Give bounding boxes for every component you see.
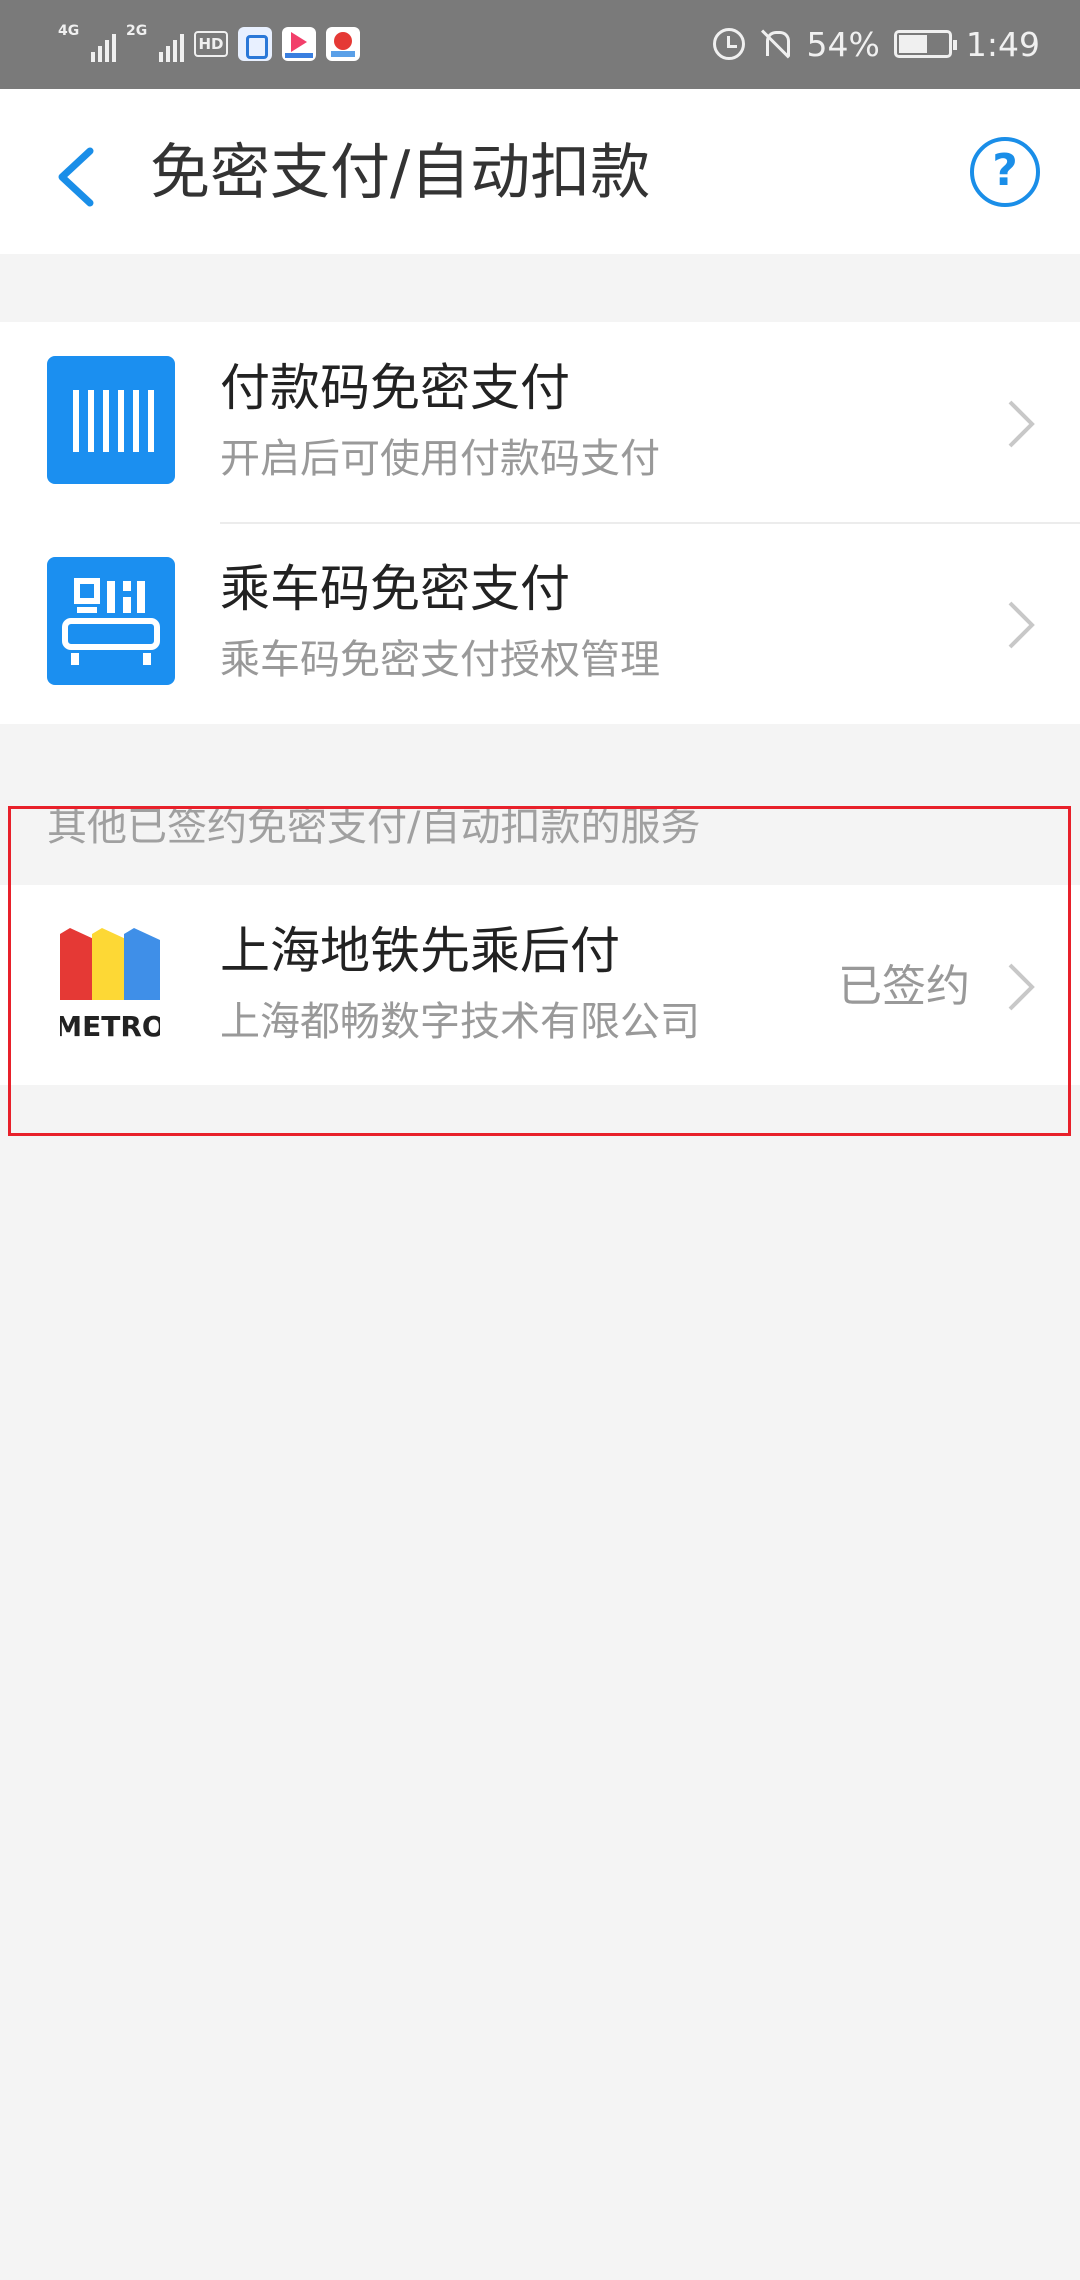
- page-title: 免密支付/自动扣款: [150, 138, 651, 208]
- clock: 1:49: [965, 24, 1040, 64]
- chevron-right-icon: [1008, 601, 1035, 649]
- app-header: 免密支付/自动扣款 ?: [0, 89, 1080, 254]
- barcode-icon: [47, 356, 175, 484]
- network-type-label: 2G: [126, 23, 148, 39]
- list-item-title: 付款码免密支付: [220, 359, 570, 417]
- alarm-icon: [712, 28, 745, 60]
- signed-services-list: METRO 上海地铁先乘后付 上海都畅数字技术有限公司 已签约: [0, 885, 1080, 1085]
- battery-icon: [893, 30, 957, 58]
- network-type-label: 4G: [58, 23, 80, 39]
- list-item-title: 上海地铁先乘后付: [220, 922, 620, 980]
- youku-app-icon: [282, 27, 316, 61]
- bell-off-icon: [759, 27, 793, 61]
- chevron-right-icon: [1008, 400, 1035, 448]
- metro-logo-text: METRO: [60, 1010, 160, 1043]
- payment-settings-list: 付款码免密支付 开启后可使用付款码支付 乘车码免密支付 乘车码免密支付授权管理: [0, 322, 1080, 724]
- chevron-left-icon: [58, 147, 94, 207]
- section-label: 其他已签约免密支付/自动扣款的服务: [47, 804, 701, 850]
- metro-logo: METRO: [60, 928, 160, 1043]
- list-item-subtitle: 开启后可使用付款码支付: [220, 436, 660, 482]
- list-item-shanghai-metro[interactable]: METRO 上海地铁先乘后付 上海都畅数字技术有限公司 已签约: [0, 885, 1080, 1086]
- list-item-transit-code[interactable]: 乘车码免密支付 乘车码免密支付授权管理: [0, 523, 1080, 724]
- back-button[interactable]: [40, 129, 110, 219]
- bus-qr-icon: [47, 557, 175, 685]
- signal-icon: 4G: [58, 22, 116, 66]
- hd-icon: HD: [194, 31, 228, 57]
- battery-percent: 54%: [806, 24, 880, 64]
- map-app-icon: [326, 27, 360, 61]
- list-item-subtitle: 上海都畅数字技术有限公司: [220, 999, 700, 1045]
- signal-icon: 2G: [126, 22, 184, 66]
- list-item-payment-code[interactable]: 付款码免密支付 开启后可使用付款码支付: [0, 322, 1080, 524]
- chevron-right-icon: [1008, 963, 1035, 1011]
- status-badge: 已签约: [838, 961, 970, 1012]
- list-item-title: 乘车码免密支付: [220, 560, 570, 618]
- shopping-app-icon: [238, 27, 272, 61]
- list-item-subtitle: 乘车码免密支付授权管理: [220, 637, 660, 683]
- help-button[interactable]: ?: [970, 137, 1040, 207]
- status-bar: 4G 2G HD 54% 1:49: [0, 0, 1080, 89]
